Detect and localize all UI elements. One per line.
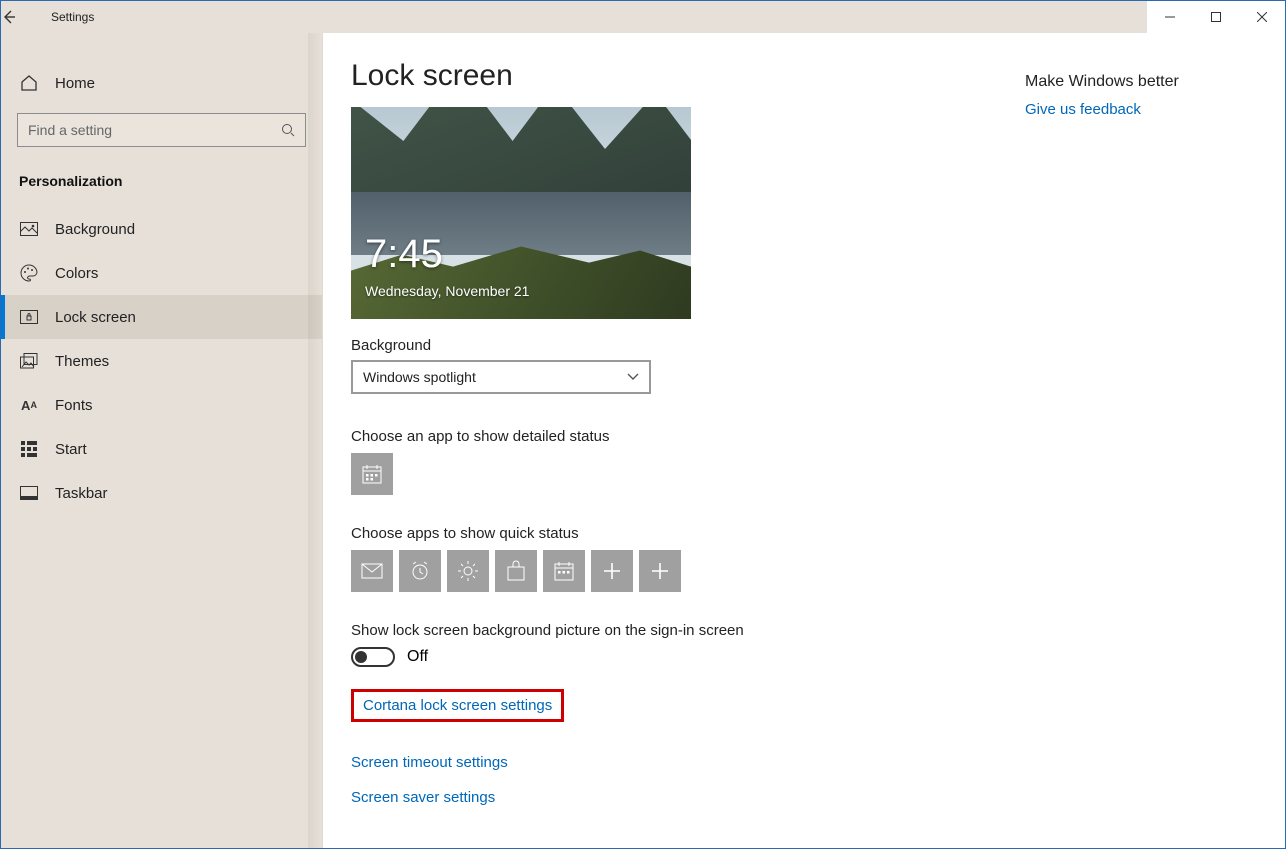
maximize-button[interactable] bbox=[1193, 1, 1239, 33]
signin-bg-value: Off bbox=[407, 648, 428, 666]
maximize-icon bbox=[1211, 12, 1221, 22]
right-column: Make Windows better Give us feedback bbox=[1025, 73, 1245, 118]
detailed-status-app-tile[interactable] bbox=[351, 453, 393, 495]
search-box[interactable] bbox=[17, 113, 306, 147]
preview-date: Wednesday, November 21 bbox=[365, 283, 529, 299]
content-area: Lock screen 7:45 Wednesday, November 21 … bbox=[323, 33, 1285, 848]
quick-status-tile-add-2[interactable] bbox=[639, 550, 681, 592]
background-dropdown-value: Windows spotlight bbox=[363, 369, 476, 385]
minimize-button[interactable] bbox=[1147, 1, 1193, 33]
link-screen-saver[interactable]: Screen saver settings bbox=[351, 789, 1257, 806]
alarm-icon bbox=[409, 560, 431, 582]
search-icon bbox=[281, 123, 295, 137]
sidebar-item-colors[interactable]: Colors bbox=[1, 251, 322, 295]
background-label: Background bbox=[351, 337, 1257, 354]
sidebar-item-label: Taskbar bbox=[55, 485, 108, 502]
weather-icon bbox=[456, 559, 480, 583]
sidebar-section-title: Personalization bbox=[1, 165, 322, 207]
sidebar-home-label: Home bbox=[55, 75, 95, 92]
sidebar-home[interactable]: Home bbox=[1, 61, 322, 105]
fonts-icon: AA bbox=[19, 395, 39, 415]
sidebar-item-fonts[interactable]: AA Fonts bbox=[1, 383, 322, 427]
window-title: Settings bbox=[45, 10, 94, 24]
back-button[interactable] bbox=[1, 9, 45, 25]
sidebar-item-label: Themes bbox=[55, 353, 109, 370]
minimize-icon bbox=[1165, 12, 1175, 22]
themes-icon bbox=[19, 351, 39, 371]
sidebar-item-label: Start bbox=[55, 441, 87, 458]
sidebar-item-background[interactable]: Background bbox=[1, 207, 322, 251]
calendar-icon bbox=[553, 560, 575, 582]
arrow-left-icon bbox=[1, 9, 17, 25]
lock-screen-preview: 7:45 Wednesday, November 21 bbox=[351, 107, 691, 319]
feedback-link[interactable]: Give us feedback bbox=[1025, 101, 1245, 118]
link-cortana-settings[interactable]: Cortana lock screen settings bbox=[351, 689, 564, 722]
lock-screen-icon bbox=[19, 307, 39, 327]
start-icon bbox=[19, 439, 39, 459]
sidebar: Home Personalization Background Colors L… bbox=[1, 33, 323, 848]
right-heading: Make Windows better bbox=[1025, 73, 1245, 91]
quick-status-tile-store[interactable] bbox=[495, 550, 537, 592]
mail-icon bbox=[361, 563, 383, 579]
quick-status-label: Choose apps to show quick status bbox=[351, 525, 1257, 542]
signin-bg-toggle[interactable] bbox=[351, 647, 395, 667]
sidebar-item-label: Fonts bbox=[55, 397, 93, 414]
sidebar-item-taskbar[interactable]: Taskbar bbox=[1, 471, 322, 515]
home-icon bbox=[19, 73, 39, 93]
signin-bg-label: Show lock screen background picture on t… bbox=[351, 622, 1257, 639]
calendar-icon bbox=[361, 463, 383, 485]
palette-icon bbox=[19, 263, 39, 283]
quick-status-tile-alarm[interactable] bbox=[399, 550, 441, 592]
store-icon bbox=[505, 560, 527, 582]
sidebar-item-label: Colors bbox=[55, 265, 98, 282]
preview-time: 7:45 bbox=[365, 232, 443, 277]
titlebar: Settings bbox=[1, 1, 1285, 33]
quick-status-tile-add-1[interactable] bbox=[591, 550, 633, 592]
background-dropdown[interactable]: Windows spotlight bbox=[351, 360, 651, 394]
taskbar-icon bbox=[19, 483, 39, 503]
sidebar-item-lock-screen[interactable]: Lock screen bbox=[1, 295, 322, 339]
plus-icon bbox=[651, 562, 669, 580]
search-input[interactable] bbox=[28, 122, 281, 138]
sidebar-item-themes[interactable]: Themes bbox=[1, 339, 322, 383]
link-screen-timeout[interactable]: Screen timeout settings bbox=[351, 754, 1257, 771]
detailed-status-label: Choose an app to show detailed status bbox=[351, 428, 1257, 445]
plus-icon bbox=[603, 562, 621, 580]
sidebar-item-label: Lock screen bbox=[55, 309, 136, 326]
quick-status-tile-weather[interactable] bbox=[447, 550, 489, 592]
picture-icon bbox=[19, 219, 39, 239]
close-button[interactable] bbox=[1239, 1, 1285, 33]
quick-status-tile-mail[interactable] bbox=[351, 550, 393, 592]
sidebar-item-start[interactable]: Start bbox=[1, 427, 322, 471]
sidebar-item-label: Background bbox=[55, 221, 135, 238]
quick-status-tile-calendar[interactable] bbox=[543, 550, 585, 592]
close-icon bbox=[1257, 12, 1267, 22]
chevron-down-icon bbox=[627, 373, 639, 381]
